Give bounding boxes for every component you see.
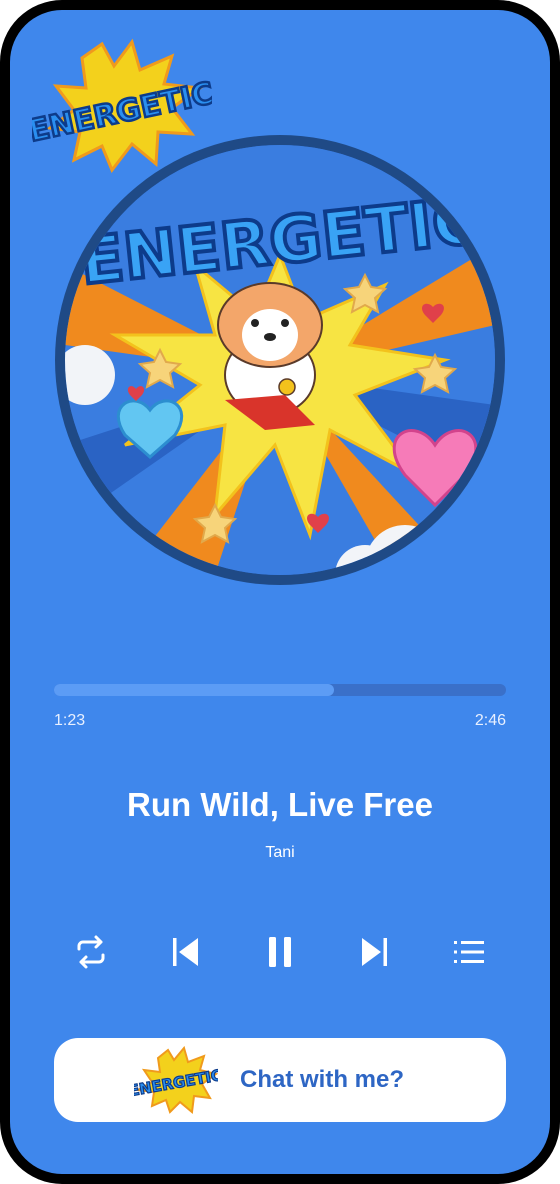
- artist-name: Tani: [265, 844, 295, 861]
- chat-logo: ENERGETIC: [134, 1046, 218, 1114]
- skip-previous-icon: [173, 938, 198, 966]
- previous-button[interactable]: [161, 928, 209, 976]
- track-title: Run Wild, Live Free: [127, 786, 433, 823]
- chat-button[interactable]: ENERGETIC Chat with me?: [54, 1038, 506, 1122]
- repeat-button[interactable]: [67, 928, 115, 976]
- progress-fill: [54, 684, 335, 696]
- time-elapsed: 1:23: [54, 712, 86, 729]
- playlist-button[interactable]: [445, 928, 493, 976]
- progress-bar[interactable]: [54, 684, 506, 696]
- repeat-icon: [77, 935, 105, 969]
- chat-label: Chat with me?: [240, 1066, 405, 1093]
- album-art: ENERGETIC: [55, 135, 505, 585]
- playlist-icon: [454, 941, 484, 963]
- album-illustration: ENERGETIC: [65, 145, 495, 575]
- time-total: 2:46: [474, 712, 506, 729]
- pause-icon: [269, 937, 291, 967]
- skip-next-icon: [362, 938, 387, 966]
- device-frame: ENERGETIC ENERGETIC 1:23 2:46 Run Wild, …: [0, 0, 560, 1184]
- pause-button[interactable]: [256, 928, 304, 976]
- playback-controls: [10, 928, 550, 976]
- next-button[interactable]: [351, 928, 399, 976]
- player-screen: ENERGETIC ENERGETIC 1:23 2:46 Run Wild, …: [10, 10, 550, 1174]
